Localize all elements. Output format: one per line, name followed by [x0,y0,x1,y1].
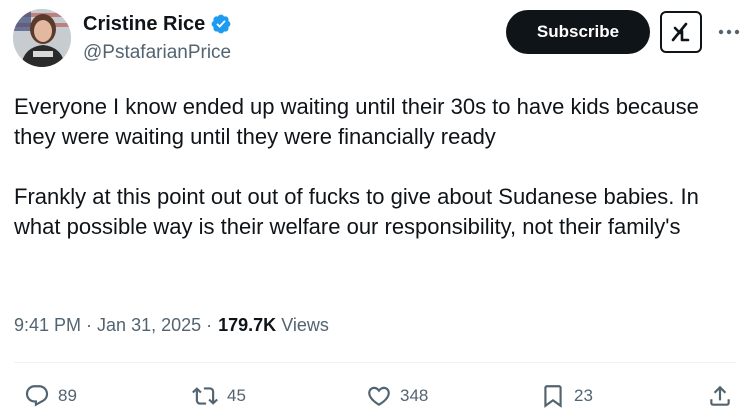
grok-button[interactable] [660,11,702,53]
tweet-date[interactable]: Jan 31, 2025 [97,313,201,337]
share-icon [710,385,730,406]
views-label: Views [281,315,329,335]
reply-icon [25,385,49,407]
like-button[interactable]: 348 [366,383,428,409]
tweet-time[interactable]: 9:41 PM [14,313,81,337]
tweet-paragraph: Everyone I know ended up waiting until t… [14,94,699,149]
tweet-paragraph: Frankly at this point out out of fucks t… [14,184,699,239]
repost-count: 45 [227,386,246,405]
bookmark-button[interactable]: 23 [540,383,593,409]
subscribe-button[interactable]: Subscribe [506,10,650,54]
views-count[interactable]: 179.7K [218,313,276,337]
grok-icon [671,22,690,42]
author-handle[interactable]: @PstafarianPrice [83,41,231,65]
divider [14,362,736,363]
bookmark-icon [544,385,562,408]
avatar[interactable] [13,9,71,67]
meta-separator: · [86,315,93,335]
bookmark-count: 23 [574,386,593,405]
author-display-name[interactable]: Cristine Rice [83,12,205,36]
like-count: 348 [400,386,429,405]
share-button[interactable] [707,383,733,409]
avatar-image [13,9,71,67]
tweet-text: Everyone I know ended up waiting until t… [14,92,736,242]
verified-badge-icon[interactable] [210,13,232,35]
heart-icon [368,386,390,406]
tweet-meta: 9:41 PM · Jan 31, 2025 · 179.7K Views [14,313,329,337]
author-name-row: Cristine Rice [83,12,232,36]
more-options-button[interactable] [714,18,744,46]
reply-count: 89 [58,386,77,405]
repost-icon [192,387,218,405]
repost-button[interactable]: 45 [191,383,246,409]
reply-button[interactable]: 89 [24,383,77,409]
meta-separator: · [206,315,213,335]
more-icon [718,29,740,35]
